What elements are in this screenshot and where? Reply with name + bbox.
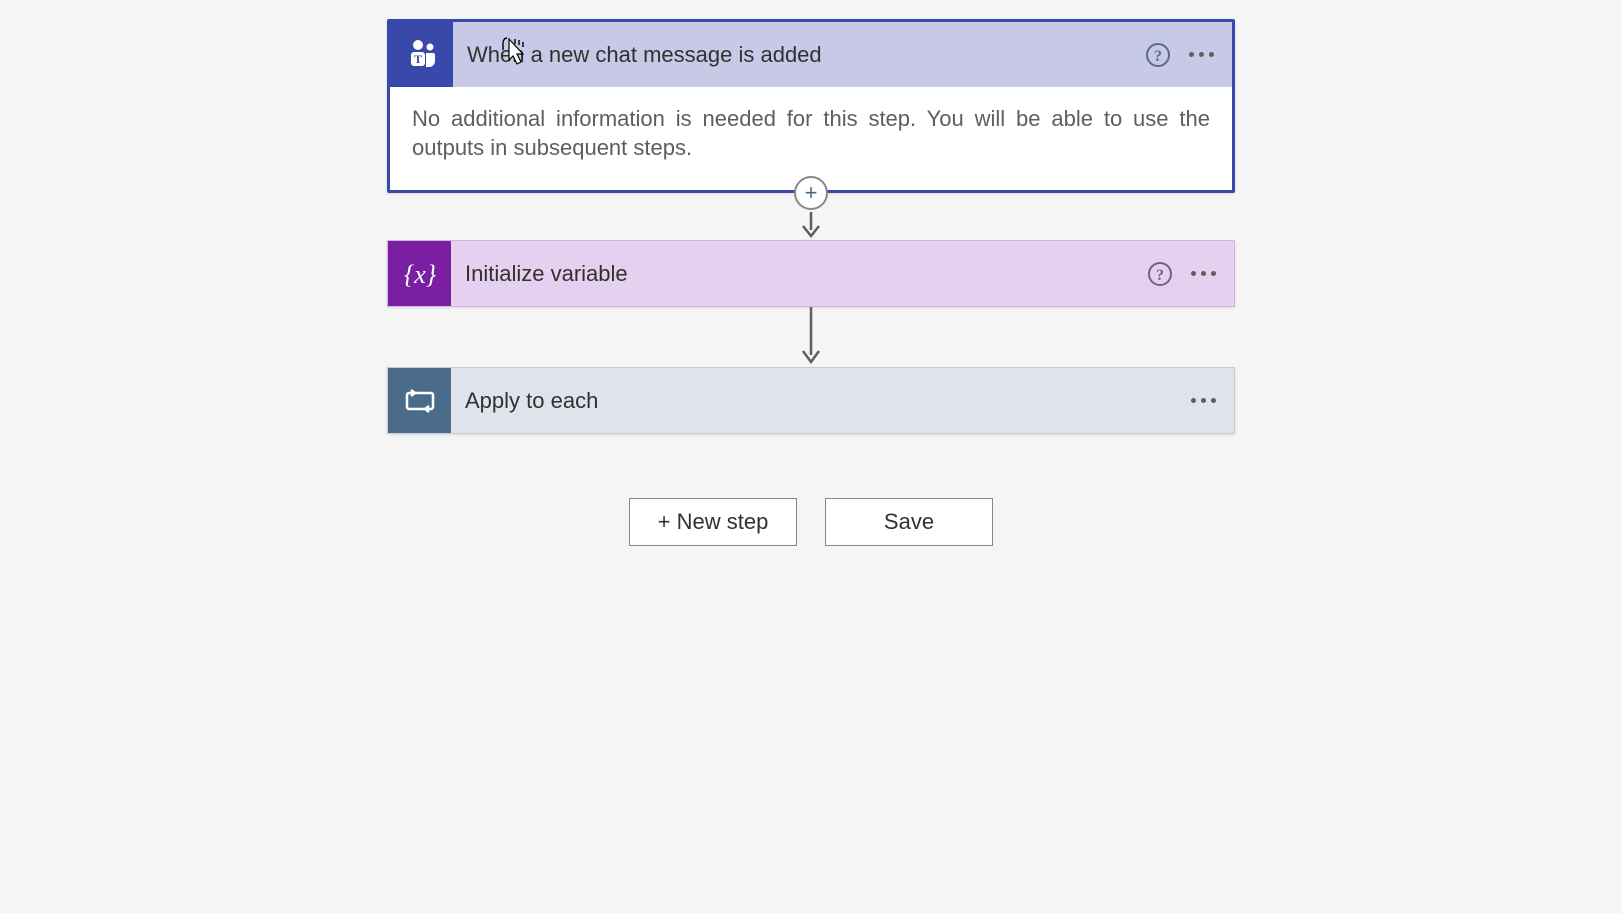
variable-actions: ? xyxy=(1147,261,1234,287)
more-icon[interactable] xyxy=(1191,271,1216,276)
add-step-inline-button[interactable]: + xyxy=(794,176,828,210)
svg-text:{x}: {x} xyxy=(403,260,436,289)
variable-step-card[interactable]: {x} Initialize variable ? xyxy=(387,240,1235,307)
connector-plus: + xyxy=(794,193,828,240)
arrow-down-icon xyxy=(799,212,823,240)
trigger-actions: ? xyxy=(1145,42,1232,68)
more-icon[interactable] xyxy=(1189,52,1214,57)
trigger-title: When a new chat message is added xyxy=(467,42,822,68)
teams-icon: T xyxy=(390,22,453,87)
loop-icon xyxy=(388,368,451,433)
trigger-title-area: When a new chat message is added xyxy=(453,22,1145,87)
svg-text:?: ? xyxy=(1156,267,1164,284)
trigger-step-card[interactable]: T When a new chat message is added ? N xyxy=(387,19,1235,193)
trigger-body-text: No additional information is needed for … xyxy=(412,105,1210,162)
svg-text:T: T xyxy=(413,52,421,66)
bottom-actions: + New step Save xyxy=(629,498,993,546)
apply-title-area: Apply to each xyxy=(451,368,1191,433)
svg-text:?: ? xyxy=(1154,48,1162,65)
plus-icon: + xyxy=(805,182,818,204)
connector-arrow xyxy=(799,307,823,367)
new-step-button[interactable]: + New step xyxy=(629,498,797,546)
variable-icon: {x} xyxy=(388,241,451,306)
apply-step-card[interactable]: Apply to each xyxy=(387,367,1235,434)
variable-step-header[interactable]: {x} Initialize variable ? xyxy=(388,241,1234,306)
apply-step-header[interactable]: Apply to each xyxy=(388,368,1234,433)
flow-canvas: T When a new chat message is added ? N xyxy=(0,0,1622,546)
variable-title-area: Initialize variable xyxy=(451,241,1147,306)
trigger-body: No additional information is needed for … xyxy=(390,87,1232,190)
more-icon[interactable] xyxy=(1191,398,1216,403)
save-button[interactable]: Save xyxy=(825,498,993,546)
arrow-down-icon xyxy=(799,307,823,367)
apply-actions xyxy=(1191,398,1234,403)
variable-title: Initialize variable xyxy=(465,261,628,287)
help-icon[interactable]: ? xyxy=(1147,261,1173,287)
help-icon[interactable]: ? xyxy=(1145,42,1171,68)
trigger-step-header[interactable]: T When a new chat message is added ? xyxy=(390,22,1232,87)
apply-title: Apply to each xyxy=(465,388,598,414)
